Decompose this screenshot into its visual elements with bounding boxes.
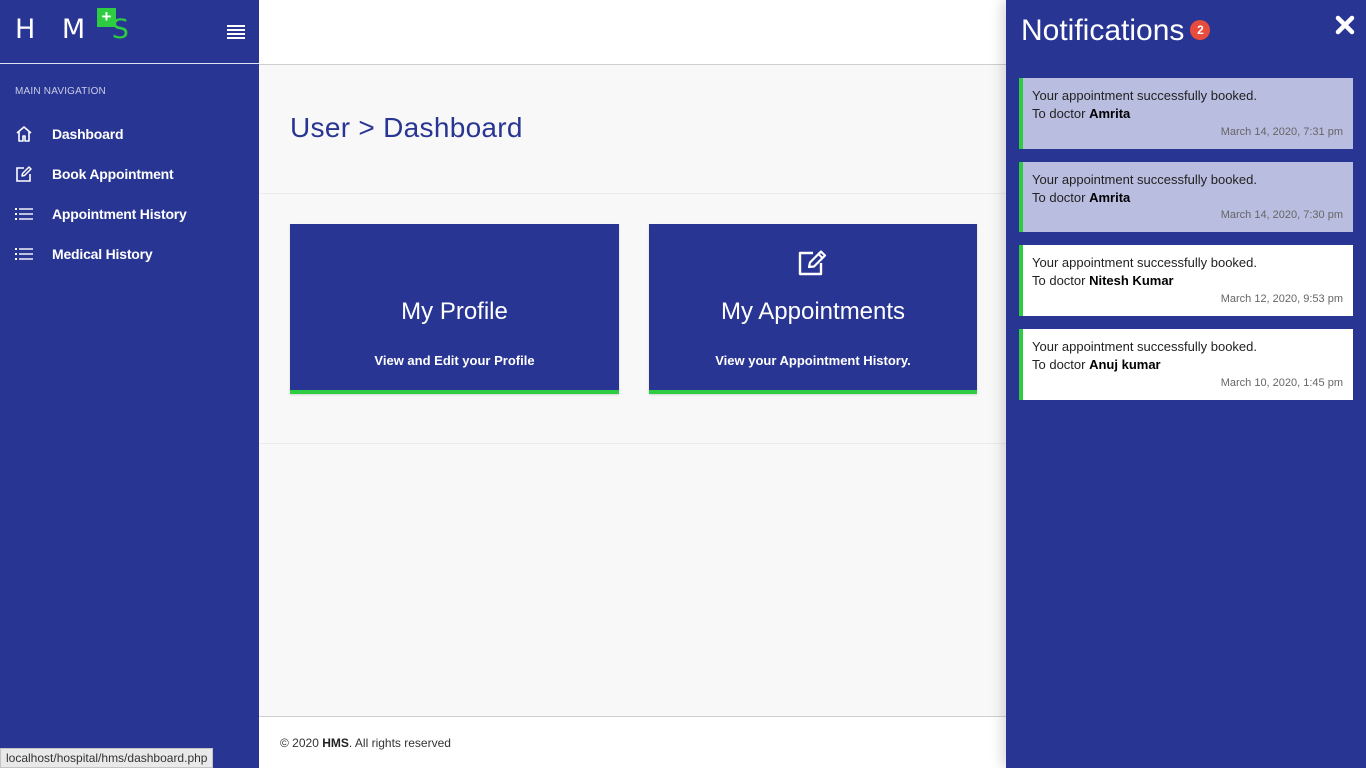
notifications-list: Your appointment successfully booked. To… — [1019, 78, 1353, 413]
logo-letters: H M — [15, 14, 95, 45]
my-profile-card[interactable]: My Profile View and Edit your Profile — [290, 224, 619, 394]
top-header-bar — [259, 0, 1006, 65]
notification-doctor-line: To doctor Amrita — [1032, 106, 1343, 121]
notification-timestamp: March 10, 2020, 1:45 pm — [1220, 377, 1343, 389]
notification-message: Your appointment successfully booked. — [1032, 172, 1257, 187]
edit-icon — [797, 249, 829, 277]
notification-message: Your appointment successfully booked. — [1032, 88, 1257, 103]
sidebar-item-medical-history[interactable]: Medical History — [0, 234, 259, 274]
dashboard-cards: My Profile View and Edit your Profile My… — [259, 194, 1006, 444]
card-title: My Profile — [401, 298, 508, 325]
page-title: User > Dashboard — [290, 112, 523, 143]
copyright-prefix: © 2020 — [280, 736, 323, 750]
sidebar-item-label: Appointment History — [52, 206, 187, 222]
sidebar-item-book-appointment[interactable]: Book Appointment — [0, 154, 259, 194]
card-subtitle[interactable]: View and Edit your Profile — [290, 353, 619, 368]
logo[interactable]: H M S — [15, 14, 138, 45]
notification-message: Your appointment successfully booked. — [1032, 339, 1257, 354]
notification-timestamp: March 12, 2020, 9:53 pm — [1220, 293, 1343, 305]
copyright-suffix: . All rights reserved — [348, 736, 451, 750]
brand-header: H M S + — [0, 0, 259, 64]
notification-prefix: To doctor — [1032, 106, 1090, 121]
notification-doctor-line: To doctor Anuj kumar — [1032, 357, 1343, 372]
notification-item[interactable]: Your appointment successfully booked. To… — [1019, 329, 1353, 400]
sidebar-item-label: Medical History — [52, 246, 153, 262]
home-icon — [14, 124, 34, 144]
footer-brand: HMS — [322, 736, 349, 750]
sidebar-nav: Dashboard Book Appointment Appointment H… — [0, 114, 259, 274]
notification-doctor: Anuj kumar — [1089, 357, 1161, 372]
notification-prefix: To doctor — [1032, 357, 1090, 372]
list-icon — [14, 204, 34, 224]
logo-plus-icon: + — [97, 8, 116, 27]
notifications-panel: Notifications 2 Your appointment successf… — [1006, 0, 1366, 768]
sidebar-item-appointment-history[interactable]: Appointment History — [0, 194, 259, 234]
notification-timestamp: March 14, 2020, 7:31 pm — [1220, 126, 1343, 138]
browser-status-url: localhost/hospital/hms/dashboard.php — [0, 748, 214, 768]
notification-timestamp: March 14, 2020, 7:30 pm — [1220, 209, 1343, 221]
notification-doctor-line: To doctor Nitesh Kumar — [1032, 273, 1343, 288]
list-icon — [14, 244, 34, 264]
sidebar: H M S + MAIN NAVIGATION Dashboard Book A… — [0, 0, 259, 768]
footer: © 2020 HMS. All rights reserved — [259, 716, 1006, 768]
card-subtitle[interactable]: View your Appointment History. — [649, 353, 977, 368]
notification-doctor-line: To doctor Amrita — [1032, 190, 1343, 205]
notification-prefix: To doctor — [1032, 273, 1090, 288]
notification-item[interactable]: Your appointment successfully booked. To… — [1019, 162, 1353, 232]
sidebar-item-dashboard[interactable]: Dashboard — [0, 114, 259, 154]
notification-count-badge: 2 — [1190, 20, 1211, 41]
nav-caption: MAIN NAVIGATION — [15, 86, 106, 97]
notification-doctor: Amrita — [1089, 190, 1131, 205]
notification-message: Your appointment successfully booked. — [1032, 255, 1257, 270]
notification-prefix: To doctor — [1032, 190, 1090, 205]
notifications-title-text: Notifications — [1021, 14, 1185, 47]
copyright-text: © 2020 HMS. All rights reserved — [280, 736, 451, 750]
notifications-title: Notifications 2 — [1021, 14, 1211, 48]
notification-doctor: Amrita — [1089, 106, 1131, 121]
hamburger-menu-icon[interactable] — [227, 25, 245, 39]
notification-item[interactable]: Your appointment successfully booked. To… — [1019, 245, 1353, 316]
notification-item[interactable]: Your appointment successfully booked. To… — [1019, 78, 1353, 149]
my-appointments-card[interactable]: My Appointments View your Appointment Hi… — [649, 224, 977, 394]
card-title: My Appointments — [720, 298, 906, 325]
edit-icon — [14, 164, 34, 184]
page-title-section: User > Dashboard — [259, 65, 1006, 194]
close-icon[interactable] — [1334, 14, 1358, 38]
sidebar-item-label: Book Appointment — [52, 166, 174, 182]
sidebar-item-label: Dashboard — [52, 126, 124, 142]
notification-doctor: Nitesh Kumar — [1089, 273, 1174, 288]
